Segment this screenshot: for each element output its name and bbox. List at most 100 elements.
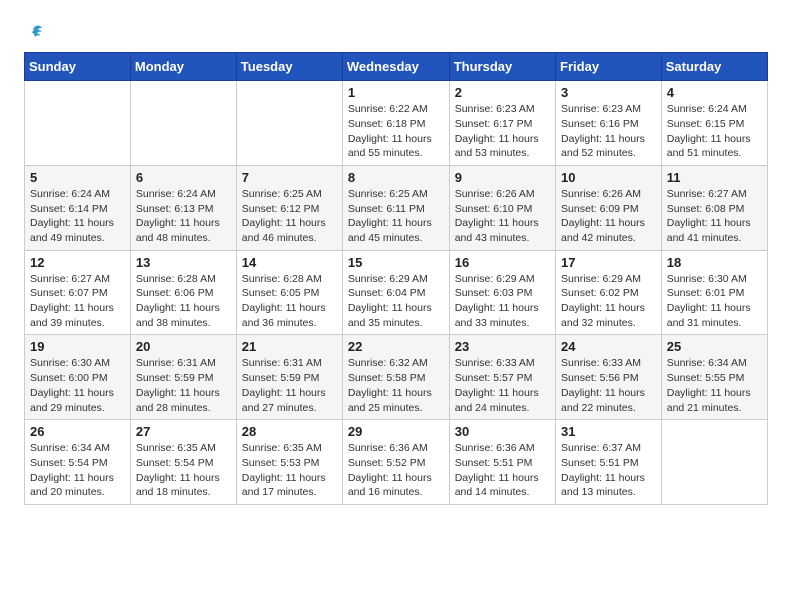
page: SundayMondayTuesdayWednesdayThursdayFrid… <box>0 0 792 525</box>
day-info: Sunrise: 6:27 AM Sunset: 6:08 PM Dayligh… <box>667 187 762 246</box>
calendar: SundayMondayTuesdayWednesdayThursdayFrid… <box>24 52 768 505</box>
empty-cell <box>661 420 767 505</box>
day-info: Sunrise: 6:29 AM Sunset: 6:02 PM Dayligh… <box>561 272 656 331</box>
day-cell-30: 30 Sunrise: 6:36 AM Sunset: 5:51 PM Dayli… <box>449 420 555 505</box>
day-cell-13: 13 Sunrise: 6:28 AM Sunset: 6:06 PM Dayli… <box>130 250 236 335</box>
day-cell-24: 24 Sunrise: 6:33 AM Sunset: 5:56 PM Dayli… <box>556 335 662 420</box>
day-info: Sunrise: 6:24 AM Sunset: 6:14 PM Dayligh… <box>30 187 125 246</box>
empty-cell <box>236 81 342 166</box>
day-number: 20 <box>136 339 231 354</box>
week-row-2: 12 Sunrise: 6:27 AM Sunset: 6:07 PM Dayli… <box>25 250 768 335</box>
day-number: 24 <box>561 339 656 354</box>
day-cell-21: 21 Sunrise: 6:31 AM Sunset: 5:59 PM Dayli… <box>236 335 342 420</box>
empty-cell <box>130 81 236 166</box>
day-number: 16 <box>455 255 550 270</box>
day-info: Sunrise: 6:30 AM Sunset: 6:00 PM Dayligh… <box>30 356 125 415</box>
day-cell-31: 31 Sunrise: 6:37 AM Sunset: 5:51 PM Dayli… <box>556 420 662 505</box>
day-number: 11 <box>667 170 762 185</box>
day-number: 23 <box>455 339 550 354</box>
day-info: Sunrise: 6:28 AM Sunset: 6:06 PM Dayligh… <box>136 272 231 331</box>
day-info: Sunrise: 6:30 AM Sunset: 6:01 PM Dayligh… <box>667 272 762 331</box>
day-cell-28: 28Sunrise: 6:35 AM Sunset: 5:53 PM Dayli… <box>236 420 342 505</box>
day-info: Sunrise: 6:26 AM Sunset: 6:09 PM Dayligh… <box>561 187 656 246</box>
day-number: 8 <box>348 170 444 185</box>
day-cell-11: 11 Sunrise: 6:27 AM Sunset: 6:08 PM Dayli… <box>661 165 767 250</box>
day-cell-2: 2 Sunrise: 6:23 AM Sunset: 6:17 PM Daylig… <box>449 81 555 166</box>
header-day-monday: Monday <box>130 53 236 81</box>
day-cell-7: 7Sunrise: 6:25 AM Sunset: 6:12 PM Daylig… <box>236 165 342 250</box>
day-number: 30 <box>455 424 550 439</box>
day-info: Sunrise: 6:35 AM Sunset: 5:53 PM Dayligh… <box>242 441 337 500</box>
day-number: 31 <box>561 424 656 439</box>
empty-cell <box>25 81 131 166</box>
day-number: 2 <box>455 85 550 100</box>
day-info: Sunrise: 6:33 AM Sunset: 5:57 PM Dayligh… <box>455 356 550 415</box>
calendar-body: 1 Sunrise: 6:22 AM Sunset: 6:18 PM Daylig… <box>25 81 768 505</box>
day-info: Sunrise: 6:34 AM Sunset: 5:55 PM Dayligh… <box>667 356 762 415</box>
day-cell-15: 15 Sunrise: 6:29 AM Sunset: 6:04 PM Dayli… <box>342 250 449 335</box>
day-info: Sunrise: 6:37 AM Sunset: 5:51 PM Dayligh… <box>561 441 656 500</box>
day-info: Sunrise: 6:29 AM Sunset: 6:04 PM Dayligh… <box>348 272 444 331</box>
day-info: Sunrise: 6:22 AM Sunset: 6:18 PM Dayligh… <box>348 102 444 161</box>
day-number: 29 <box>348 424 444 439</box>
day-number: 5 <box>30 170 125 185</box>
logo <box>24 20 44 44</box>
day-info: Sunrise: 6:25 AM Sunset: 6:11 PM Dayligh… <box>348 187 444 246</box>
day-number: 18 <box>667 255 762 270</box>
week-row-0: 1 Sunrise: 6:22 AM Sunset: 6:18 PM Daylig… <box>25 81 768 166</box>
day-info: Sunrise: 6:27 AM Sunset: 6:07 PM Dayligh… <box>30 272 125 331</box>
day-cell-26: 26Sunrise: 6:34 AM Sunset: 5:54 PM Dayli… <box>25 420 131 505</box>
day-info: Sunrise: 6:36 AM Sunset: 5:52 PM Dayligh… <box>348 441 444 500</box>
header-day-tuesday: Tuesday <box>236 53 342 81</box>
day-number: 22 <box>348 339 444 354</box>
day-cell-12: 12 Sunrise: 6:27 AM Sunset: 6:07 PM Dayli… <box>25 250 131 335</box>
day-number: 9 <box>455 170 550 185</box>
header-day-friday: Friday <box>556 53 662 81</box>
day-cell-6: 6 Sunrise: 6:24 AM Sunset: 6:13 PM Daylig… <box>130 165 236 250</box>
header-day-thursday: Thursday <box>449 53 555 81</box>
day-cell-9: 9 Sunrise: 6:26 AM Sunset: 6:10 PM Daylig… <box>449 165 555 250</box>
day-info: Sunrise: 6:36 AM Sunset: 5:51 PM Dayligh… <box>455 441 550 500</box>
day-number: 13 <box>136 255 231 270</box>
header-day-saturday: Saturday <box>661 53 767 81</box>
day-cell-18: 18 Sunrise: 6:30 AM Sunset: 6:01 PM Dayli… <box>661 250 767 335</box>
header-day-sunday: Sunday <box>25 53 131 81</box>
day-cell-16: 16 Sunrise: 6:29 AM Sunset: 6:03 PM Dayli… <box>449 250 555 335</box>
day-info: Sunrise: 6:23 AM Sunset: 6:16 PM Dayligh… <box>561 102 656 161</box>
day-info: Sunrise: 6:32 AM Sunset: 5:58 PM Dayligh… <box>348 356 444 415</box>
day-info: Sunrise: 6:24 AM Sunset: 6:13 PM Dayligh… <box>136 187 231 246</box>
day-cell-25: 25 Sunrise: 6:34 AM Sunset: 5:55 PM Dayli… <box>661 335 767 420</box>
day-number: 12 <box>30 255 125 270</box>
logo-text <box>24 20 44 44</box>
day-number: 26 <box>30 424 125 439</box>
day-cell-27: 27Sunrise: 6:35 AM Sunset: 5:54 PM Dayli… <box>130 420 236 505</box>
day-cell-14: 14Sunrise: 6:28 AM Sunset: 6:05 PM Dayli… <box>236 250 342 335</box>
day-info: Sunrise: 6:33 AM Sunset: 5:56 PM Dayligh… <box>561 356 656 415</box>
day-number: 4 <box>667 85 762 100</box>
day-number: 6 <box>136 170 231 185</box>
day-info: Sunrise: 6:25 AM Sunset: 6:12 PM Dayligh… <box>242 187 337 246</box>
day-cell-10: 10Sunrise: 6:26 AM Sunset: 6:09 PM Dayli… <box>556 165 662 250</box>
day-info: Sunrise: 6:26 AM Sunset: 6:10 PM Dayligh… <box>455 187 550 246</box>
day-number: 17 <box>561 255 656 270</box>
header-row: SundayMondayTuesdayWednesdayThursdayFrid… <box>25 53 768 81</box>
day-number: 25 <box>667 339 762 354</box>
day-cell-19: 19 Sunrise: 6:30 AM Sunset: 6:00 PM Dayli… <box>25 335 131 420</box>
day-info: Sunrise: 6:24 AM Sunset: 6:15 PM Dayligh… <box>667 102 762 161</box>
day-cell-8: 8 Sunrise: 6:25 AM Sunset: 6:11 PM Daylig… <box>342 165 449 250</box>
day-number: 19 <box>30 339 125 354</box>
day-cell-20: 20Sunrise: 6:31 AM Sunset: 5:59 PM Dayli… <box>130 335 236 420</box>
day-info: Sunrise: 6:29 AM Sunset: 6:03 PM Dayligh… <box>455 272 550 331</box>
day-info: Sunrise: 6:35 AM Sunset: 5:54 PM Dayligh… <box>136 441 231 500</box>
day-number: 21 <box>242 339 337 354</box>
day-cell-29: 29 Sunrise: 6:36 AM Sunset: 5:52 PM Dayli… <box>342 420 449 505</box>
day-info: Sunrise: 6:23 AM Sunset: 6:17 PM Dayligh… <box>455 102 550 161</box>
day-number: 15 <box>348 255 444 270</box>
day-cell-3: 3Sunrise: 6:23 AM Sunset: 6:16 PM Daylig… <box>556 81 662 166</box>
day-info: Sunrise: 6:28 AM Sunset: 6:05 PM Dayligh… <box>242 272 337 331</box>
day-number: 1 <box>348 85 444 100</box>
week-row-3: 19 Sunrise: 6:30 AM Sunset: 6:00 PM Dayli… <box>25 335 768 420</box>
week-row-4: 26Sunrise: 6:34 AM Sunset: 5:54 PM Dayli… <box>25 420 768 505</box>
day-cell-17: 17 Sunrise: 6:29 AM Sunset: 6:02 PM Dayli… <box>556 250 662 335</box>
day-info: Sunrise: 6:31 AM Sunset: 5:59 PM Dayligh… <box>242 356 337 415</box>
